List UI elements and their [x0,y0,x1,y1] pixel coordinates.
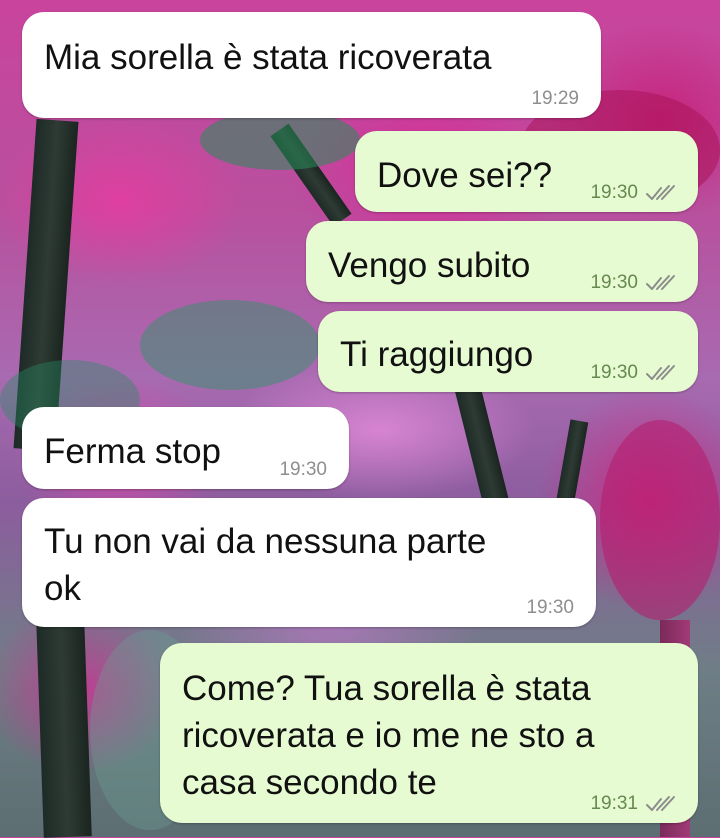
message-time: 19:30 [590,182,638,203]
message-text-line: casa secondo te [182,763,437,802]
message-text-line: Come? Tua sorella è stata [182,669,591,708]
message-bubble[interactable]: Mia sorella è stata ricoverata 19:29 [22,12,601,118]
message-text-line: ricoverata e io me ne sto a [182,716,595,755]
message-time: 19:30 [590,362,638,383]
message-text: Ti raggiungo [340,335,534,374]
message-text: Mia sorella è stata ricoverata [44,38,492,77]
message-text-line: ok [44,569,81,608]
message-time: 19:30 [526,597,574,618]
message-bubble[interactable]: Dove sei?? 19:30 [355,131,698,212]
message-meta: 19:29 [531,88,579,110]
message-text: Vengo subito [328,246,531,285]
double-check-icon [646,365,675,380]
message-bubble[interactable]: Tu non vai da nessuna parte ok 19:30 [22,498,596,627]
double-check-icon [646,275,675,290]
message-meta: 19:30 [590,362,676,384]
message-text: Ferma stop [44,432,221,471]
message-meta: 19:31 [590,793,676,815]
message-meta: 19:30 [590,272,676,294]
double-check-icon [646,185,675,200]
message-text: Dove sei?? [377,156,553,195]
message-meta: 19:30 [279,459,327,481]
double-check-icon [646,796,675,811]
message-text-line: Tu non vai da nessuna parte [44,522,487,561]
message-time: 19:29 [531,88,579,109]
message-time: 19:30 [590,272,638,293]
message-time: 19:30 [279,459,327,480]
message-bubble[interactable]: Vengo subito 19:30 [306,221,698,302]
message-bubble[interactable]: Ferma stop 19:30 [22,407,349,489]
message-meta: 19:30 [526,597,574,619]
message-meta: 19:30 [590,182,676,204]
message-time: 19:31 [590,793,638,814]
message-bubble[interactable]: Ti raggiungo 19:30 [318,311,698,392]
message-bubble[interactable]: Come? Tua sorella è stata ricoverata e i… [160,643,698,823]
